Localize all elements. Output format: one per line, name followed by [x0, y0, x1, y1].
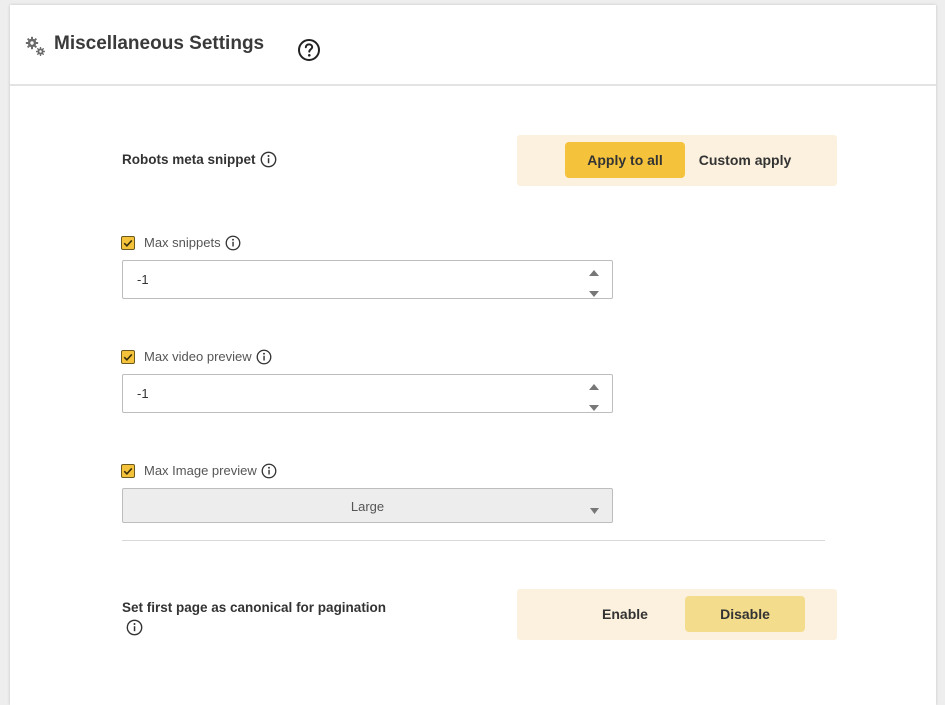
custom-apply-button[interactable]: Custom apply: [685, 142, 805, 178]
canonical-pagination-label-text: Set first page as canonical for paginati…: [122, 600, 387, 615]
max-image-preview-value: Large: [350, 499, 385, 514]
spin-down-icon[interactable]: [588, 400, 600, 411]
canonical-pagination-label: Set first page as canonical for paginati…: [122, 598, 412, 638]
question-circle-icon[interactable]: [297, 38, 321, 62]
info-icon[interactable]: [126, 619, 143, 636]
disable-button[interactable]: Disable: [685, 596, 805, 632]
enable-button[interactable]: Enable: [565, 596, 685, 632]
max-video-preview-input[interactable]: -1: [122, 374, 613, 413]
robots-meta-label-text: Robots meta snippet: [122, 152, 256, 168]
canonical-pagination-toggle: Enable Disable: [517, 589, 837, 640]
robots-meta-label: Robots meta snippet: [122, 151, 277, 169]
max-image-preview-checkbox[interactable]: [121, 464, 135, 478]
max-snippets-label-text: Max snippets: [144, 235, 221, 250]
max-image-preview-label-text: Max Image preview: [144, 463, 257, 478]
max-snippets-input[interactable]: -1: [122, 260, 613, 299]
apply-to-all-button[interactable]: Apply to all: [565, 142, 685, 178]
max-image-preview-select[interactable]: Large: [122, 488, 613, 523]
info-icon[interactable]: [225, 235, 241, 251]
gears-icon: [25, 36, 47, 58]
info-icon[interactable]: [256, 349, 272, 365]
settings-card: Miscellaneous Settings Robots meta snipp…: [10, 5, 936, 705]
spin-up-icon[interactable]: [588, 379, 600, 390]
max-snippets-checkbox[interactable]: [121, 236, 135, 250]
max-video-preview-value: -1: [137, 386, 149, 401]
robots-meta-toggle: Apply to all Custom apply: [517, 135, 837, 186]
max-snippets-label: Max snippets: [144, 235, 241, 252]
caret-down-icon: [590, 502, 599, 514]
max-image-preview-label: Max Image preview: [144, 463, 277, 480]
page-title: Miscellaneous Settings: [54, 33, 265, 54]
spin-down-icon[interactable]: [588, 286, 600, 297]
spin-up-icon[interactable]: [588, 265, 600, 276]
max-video-preview-label-text: Max video preview: [144, 349, 252, 364]
info-icon[interactable]: [261, 463, 277, 479]
max-video-preview-checkbox[interactable]: [121, 350, 135, 364]
max-video-preview-label: Max video preview: [144, 349, 272, 366]
max-snippets-value: -1: [137, 272, 149, 287]
section-divider: [122, 540, 825, 541]
card-header: Miscellaneous Settings: [10, 5, 936, 86]
info-icon[interactable]: [260, 151, 277, 168]
